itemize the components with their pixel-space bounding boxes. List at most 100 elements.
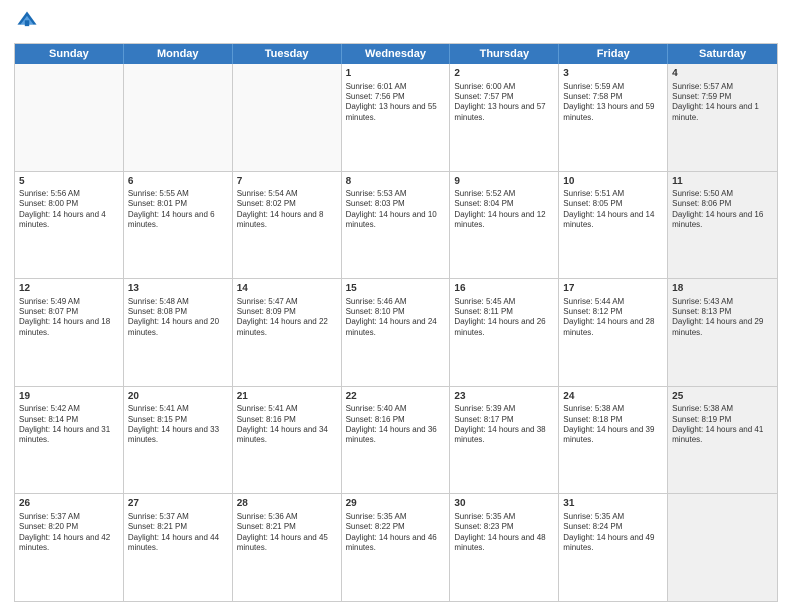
- cal-header-sunday: Sunday: [15, 44, 124, 64]
- cell-info: Sunrise: 5:35 AM Sunset: 8:24 PM Dayligh…: [563, 512, 663, 554]
- day-number: 29: [346, 497, 446, 511]
- cell-info: Sunrise: 5:45 AM Sunset: 8:11 PM Dayligh…: [454, 297, 554, 339]
- day-number: 30: [454, 497, 554, 511]
- logo: [14, 10, 38, 37]
- cal-cell: 31Sunrise: 5:35 AM Sunset: 8:24 PM Dayli…: [559, 494, 668, 601]
- cell-info: Sunrise: 6:01 AM Sunset: 7:56 PM Dayligh…: [346, 82, 446, 124]
- cal-header-wednesday: Wednesday: [342, 44, 451, 64]
- day-number: 12: [19, 282, 119, 296]
- day-number: 28: [237, 497, 337, 511]
- calendar: SundayMondayTuesdayWednesdayThursdayFrid…: [14, 43, 778, 602]
- day-number: 14: [237, 282, 337, 296]
- cal-cell: 21Sunrise: 5:41 AM Sunset: 8:16 PM Dayli…: [233, 387, 342, 494]
- cell-info: Sunrise: 5:35 AM Sunset: 8:22 PM Dayligh…: [346, 512, 446, 554]
- cal-header-tuesday: Tuesday: [233, 44, 342, 64]
- cell-info: Sunrise: 5:38 AM Sunset: 8:18 PM Dayligh…: [563, 404, 663, 446]
- cal-cell: [124, 64, 233, 171]
- day-number: 17: [563, 282, 663, 296]
- cal-cell: 12Sunrise: 5:49 AM Sunset: 8:07 PM Dayli…: [15, 279, 124, 386]
- day-number: 1: [346, 67, 446, 81]
- cal-cell: 6Sunrise: 5:55 AM Sunset: 8:01 PM Daylig…: [124, 172, 233, 279]
- cell-info: Sunrise: 5:47 AM Sunset: 8:09 PM Dayligh…: [237, 297, 337, 339]
- day-number: 22: [346, 390, 446, 404]
- cal-cell: 18Sunrise: 5:43 AM Sunset: 8:13 PM Dayli…: [668, 279, 777, 386]
- cell-info: Sunrise: 5:37 AM Sunset: 8:21 PM Dayligh…: [128, 512, 228, 554]
- cal-header-friday: Friday: [559, 44, 668, 64]
- day-number: 7: [237, 175, 337, 189]
- header: [14, 10, 778, 37]
- day-number: 25: [672, 390, 773, 404]
- cell-info: Sunrise: 5:37 AM Sunset: 8:20 PM Dayligh…: [19, 512, 119, 554]
- cal-cell: 26Sunrise: 5:37 AM Sunset: 8:20 PM Dayli…: [15, 494, 124, 601]
- day-number: 20: [128, 390, 228, 404]
- cell-info: Sunrise: 5:52 AM Sunset: 8:04 PM Dayligh…: [454, 189, 554, 231]
- day-number: 19: [19, 390, 119, 404]
- cell-info: Sunrise: 5:57 AM Sunset: 7:59 PM Dayligh…: [672, 82, 773, 124]
- cal-cell: 3Sunrise: 5:59 AM Sunset: 7:58 PM Daylig…: [559, 64, 668, 171]
- day-number: 3: [563, 67, 663, 81]
- cal-cell: 1Sunrise: 6:01 AM Sunset: 7:56 PM Daylig…: [342, 64, 451, 171]
- cal-cell: [15, 64, 124, 171]
- cal-cell: 19Sunrise: 5:42 AM Sunset: 8:14 PM Dayli…: [15, 387, 124, 494]
- page: SundayMondayTuesdayWednesdayThursdayFrid…: [0, 0, 792, 612]
- cal-header-monday: Monday: [124, 44, 233, 64]
- cal-cell: 24Sunrise: 5:38 AM Sunset: 8:18 PM Dayli…: [559, 387, 668, 494]
- cal-cell: 28Sunrise: 5:36 AM Sunset: 8:21 PM Dayli…: [233, 494, 342, 601]
- cell-info: Sunrise: 5:48 AM Sunset: 8:08 PM Dayligh…: [128, 297, 228, 339]
- cal-cell: 16Sunrise: 5:45 AM Sunset: 8:11 PM Dayli…: [450, 279, 559, 386]
- cal-cell: 29Sunrise: 5:35 AM Sunset: 8:22 PM Dayli…: [342, 494, 451, 601]
- cal-cell: 30Sunrise: 5:35 AM Sunset: 8:23 PM Dayli…: [450, 494, 559, 601]
- cal-cell: 7Sunrise: 5:54 AM Sunset: 8:02 PM Daylig…: [233, 172, 342, 279]
- cell-info: Sunrise: 5:39 AM Sunset: 8:17 PM Dayligh…: [454, 404, 554, 446]
- day-number: 2: [454, 67, 554, 81]
- cell-info: Sunrise: 5:50 AM Sunset: 8:06 PM Dayligh…: [672, 189, 773, 231]
- cal-header-saturday: Saturday: [668, 44, 777, 64]
- day-number: 24: [563, 390, 663, 404]
- cal-cell: 20Sunrise: 5:41 AM Sunset: 8:15 PM Dayli…: [124, 387, 233, 494]
- cal-cell: [668, 494, 777, 601]
- cell-info: Sunrise: 5:36 AM Sunset: 8:21 PM Dayligh…: [237, 512, 337, 554]
- cal-cell: 11Sunrise: 5:50 AM Sunset: 8:06 PM Dayli…: [668, 172, 777, 279]
- cell-info: Sunrise: 5:54 AM Sunset: 8:02 PM Dayligh…: [237, 189, 337, 231]
- cal-cell: 23Sunrise: 5:39 AM Sunset: 8:17 PM Dayli…: [450, 387, 559, 494]
- cal-cell: 5Sunrise: 5:56 AM Sunset: 8:00 PM Daylig…: [15, 172, 124, 279]
- cell-info: Sunrise: 5:51 AM Sunset: 8:05 PM Dayligh…: [563, 189, 663, 231]
- cal-cell: 10Sunrise: 5:51 AM Sunset: 8:05 PM Dayli…: [559, 172, 668, 279]
- calendar-header-row: SundayMondayTuesdayWednesdayThursdayFrid…: [15, 44, 777, 64]
- day-number: 27: [128, 497, 228, 511]
- cell-info: Sunrise: 5:55 AM Sunset: 8:01 PM Dayligh…: [128, 189, 228, 231]
- cell-info: Sunrise: 5:41 AM Sunset: 8:15 PM Dayligh…: [128, 404, 228, 446]
- day-number: 11: [672, 175, 773, 189]
- cell-info: Sunrise: 6:00 AM Sunset: 7:57 PM Dayligh…: [454, 82, 554, 124]
- day-number: 5: [19, 175, 119, 189]
- cal-week-4: 19Sunrise: 5:42 AM Sunset: 8:14 PM Dayli…: [15, 387, 777, 495]
- day-number: 8: [346, 175, 446, 189]
- cell-info: Sunrise: 5:59 AM Sunset: 7:58 PM Dayligh…: [563, 82, 663, 124]
- cal-cell: [233, 64, 342, 171]
- day-number: 31: [563, 497, 663, 511]
- cell-info: Sunrise: 5:42 AM Sunset: 8:14 PM Dayligh…: [19, 404, 119, 446]
- cal-header-thursday: Thursday: [450, 44, 559, 64]
- day-number: 10: [563, 175, 663, 189]
- cal-week-5: 26Sunrise: 5:37 AM Sunset: 8:20 PM Dayli…: [15, 494, 777, 601]
- day-number: 6: [128, 175, 228, 189]
- cell-info: Sunrise: 5:38 AM Sunset: 8:19 PM Dayligh…: [672, 404, 773, 446]
- cal-week-2: 5Sunrise: 5:56 AM Sunset: 8:00 PM Daylig…: [15, 172, 777, 280]
- day-number: 13: [128, 282, 228, 296]
- cell-info: Sunrise: 5:41 AM Sunset: 8:16 PM Dayligh…: [237, 404, 337, 446]
- cell-info: Sunrise: 5:53 AM Sunset: 8:03 PM Dayligh…: [346, 189, 446, 231]
- cal-cell: 8Sunrise: 5:53 AM Sunset: 8:03 PM Daylig…: [342, 172, 451, 279]
- day-number: 26: [19, 497, 119, 511]
- cell-info: Sunrise: 5:43 AM Sunset: 8:13 PM Dayligh…: [672, 297, 773, 339]
- cell-info: Sunrise: 5:40 AM Sunset: 8:16 PM Dayligh…: [346, 404, 446, 446]
- cal-cell: 25Sunrise: 5:38 AM Sunset: 8:19 PM Dayli…: [668, 387, 777, 494]
- cal-cell: 9Sunrise: 5:52 AM Sunset: 8:04 PM Daylig…: [450, 172, 559, 279]
- cell-info: Sunrise: 5:56 AM Sunset: 8:00 PM Dayligh…: [19, 189, 119, 231]
- day-number: 4: [672, 67, 773, 81]
- cal-cell: 15Sunrise: 5:46 AM Sunset: 8:10 PM Dayli…: [342, 279, 451, 386]
- cal-week-3: 12Sunrise: 5:49 AM Sunset: 8:07 PM Dayli…: [15, 279, 777, 387]
- cal-cell: 14Sunrise: 5:47 AM Sunset: 8:09 PM Dayli…: [233, 279, 342, 386]
- day-number: 18: [672, 282, 773, 296]
- cal-cell: 2Sunrise: 6:00 AM Sunset: 7:57 PM Daylig…: [450, 64, 559, 171]
- day-number: 15: [346, 282, 446, 296]
